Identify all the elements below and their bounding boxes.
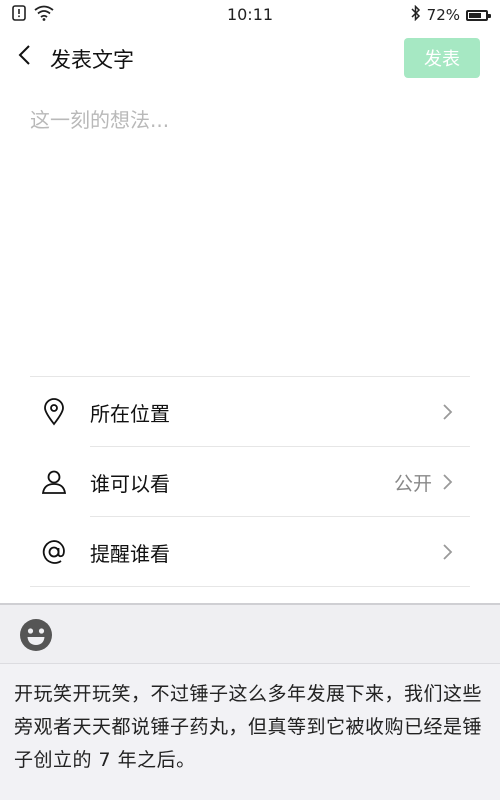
person-icon [40, 468, 68, 496]
battery-percent: 72% [426, 6, 460, 24]
emoji-face-icon[interactable] [19, 618, 53, 652]
status-right: 72% [411, 4, 491, 25]
option-visibility-label: 谁可以看 [90, 471, 170, 496]
post-options-list: 所在位置 谁可以看 公开 提醒谁看 [30, 376, 470, 587]
battery-level [469, 12, 481, 18]
compose-screen: 10:11 72% 发表文字 发表 这一刻的想法... 所在位置 谁可以看 公开… [0, 0, 500, 800]
option-mention[interactable]: 提醒谁看 [30, 517, 470, 587]
option-visibility-value: 公开 [393, 472, 432, 495]
battery-icon [466, 9, 491, 21]
back-arrow-icon [18, 44, 32, 70]
chevron-right-icon [442, 403, 454, 421]
suggestion-text[interactable]: 开玩笑开玩笑，不过锤子这么多年发展下来，我们这些旁观者天天都说锤子药丸，但真等到… [14, 678, 488, 777]
option-location-label: 所在位置 [90, 401, 170, 426]
at-sign-icon [40, 538, 68, 566]
chevron-right-icon [442, 473, 454, 491]
bluetooth-icon [411, 4, 421, 25]
option-mention-label: 提醒谁看 [90, 541, 170, 566]
emoji-toolbar [0, 603, 500, 663]
row-divider [30, 586, 470, 587]
option-location[interactable]: 所在位置 [30, 377, 470, 447]
post-text-input[interactable] [30, 104, 470, 354]
title-bar: 发表文字 发表 [0, 30, 500, 88]
back-button[interactable] [10, 42, 40, 72]
page-title: 发表文字 [50, 48, 134, 72]
chevron-right-icon [442, 543, 454, 561]
option-visibility[interactable]: 谁可以看 公开 [30, 447, 470, 517]
keyboard-suggestion-panel: 开玩笑开玩笑，不过锤子这么多年发展下来，我们这些旁观者天天都说锤子药丸，但真等到… [0, 663, 500, 800]
publish-button[interactable]: 发表 [404, 38, 480, 78]
location-pin-icon [40, 398, 68, 426]
status-bar: 10:11 72% [0, 0, 500, 30]
